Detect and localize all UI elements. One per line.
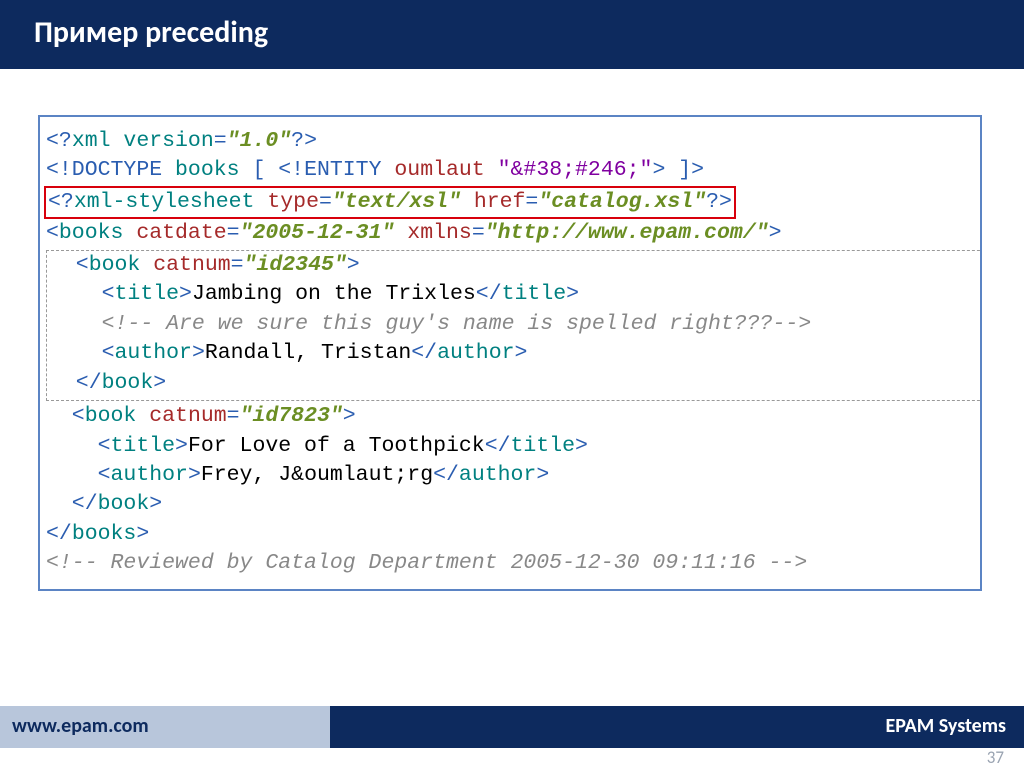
code-token: > [347,253,360,277]
code-token: < [50,253,89,277]
code-token: catdate [136,221,226,245]
code-token: <? [46,129,72,153]
code-token: < [50,341,115,365]
code-token: = [227,404,240,428]
code-token: </ [46,522,72,546]
code-token: <? [48,190,74,214]
footer-url: www.epam.com [0,706,330,748]
code-token: type [267,190,319,214]
highlighted-line: <?xml-stylesheet type="text/xsl" href="c… [44,186,736,219]
code-token: book [98,492,150,516]
code-token: "text/xsl" [332,190,474,214]
code-token: catnum [149,404,226,428]
code-token: Randall, Tristan [205,341,411,365]
code-token: title [111,434,176,458]
code-token: > [192,341,205,365]
code-token: xml-stylesheet [74,190,268,214]
code-token: catnum [153,253,230,277]
code-token: author [459,463,536,487]
code-token: = [319,190,332,214]
code-token: </ [485,434,511,458]
code-token: < [50,282,115,306]
code-token: > [136,522,149,546]
footer-brand: EPAM Systems [330,706,1024,748]
code-token: "&#38;#246;" [498,158,653,182]
code-token: = [525,190,538,214]
context-box: <book catnum="id2345"> <title>Jambing on… [46,250,982,401]
title-bar: Пример preceding [0,0,1024,69]
code-token: xmlns [407,221,472,245]
code-token: > [515,341,528,365]
code-token: "id7823" [240,404,343,428]
code-token: = [227,221,240,245]
code-token: ?> [706,190,732,214]
code-token: author [437,341,514,365]
code-token: </ [46,492,98,516]
footer: www.epam.com EPAM Systems [0,706,1024,748]
code-token: > [175,434,188,458]
code-token: &oumlaut; [291,463,407,487]
code-token: < [46,404,85,428]
code-token: < [46,463,111,487]
code-token: "catalog.xsl" [538,190,706,214]
code-token: = [231,253,244,277]
code-token: author [115,341,192,365]
slide-title: Пример preceding [34,14,268,51]
code-token: <!ENTITY [278,158,394,182]
code-token: </ [476,282,502,306]
code-token: books [175,158,240,182]
code-token: > [575,434,588,458]
page-number: 37 [987,747,1004,768]
code-token [50,312,102,336]
slide: Пример preceding <?xml version="1.0"?> <… [0,0,1024,768]
code-token: For Love of a Toothpick [188,434,485,458]
code-token: > [536,463,549,487]
code-token: > [652,158,678,182]
code-block: <?xml version="1.0"?> <!DOCTYPE books [ … [38,115,982,591]
code-token: "id2345" [244,253,347,277]
code-token: ?> [291,129,317,153]
code-token: title [115,282,180,306]
code-token: <!DOCTYPE [46,158,175,182]
code-token: = [214,129,227,153]
code-token: > [343,404,356,428]
code-token: Jambing on the Trixles [192,282,476,306]
code-token: "2005-12-31" [240,221,408,245]
code-token: < [46,434,111,458]
code-token: [ [240,158,279,182]
code-token: > [769,221,782,245]
code-token: > [153,371,166,395]
code-token: > [179,282,192,306]
code-token: <!-- Reviewed by Catalog Department 2005… [46,551,807,575]
code-token: </ [50,371,102,395]
code-token: "1.0" [227,129,292,153]
code-token: < [46,221,59,245]
code-token: book [102,371,154,395]
code-token: > [149,492,162,516]
code-token: author [111,463,188,487]
code-token: </ [411,341,437,365]
code-token: "http://www.epam.com/" [485,221,769,245]
code-token: books [59,221,136,245]
code-token: rg [407,463,433,487]
code-token: book [85,404,150,428]
code-token: > [188,463,201,487]
code-token: books [72,522,137,546]
code-token: xml version [72,129,214,153]
code-token: href [474,190,526,214]
code-token: </ [433,463,459,487]
code-token: oumlaut [394,158,497,182]
code-token: title [502,282,567,306]
code-token: book [89,253,154,277]
code-token: title [511,434,576,458]
code-token: = [472,221,485,245]
code-token: Frey, J [201,463,291,487]
code-token: ]> [678,158,704,182]
code-token: > [566,282,579,306]
code-token: <!-- Are we sure this guy's name is spel… [102,312,812,336]
